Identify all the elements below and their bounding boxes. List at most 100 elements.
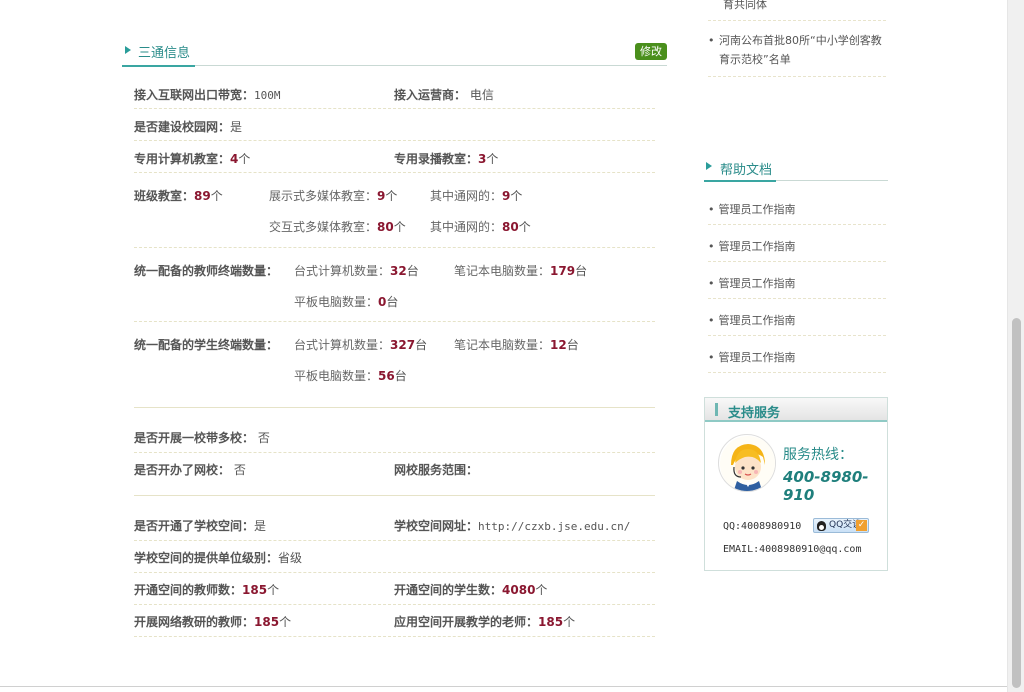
space-teaching-value: 185 <box>538 615 564 629</box>
unit-text: 个 <box>563 615 576 629</box>
help-header: 帮助文档 <box>704 155 888 182</box>
section-title: 三通信息 <box>138 46 191 61</box>
computer-room-label: 专用计算机教室： <box>134 152 231 166</box>
check-icon: ✓ <box>856 520 867 531</box>
qq-chat-button[interactable]: QQ交谈 ✓ <box>813 518 869 533</box>
help-item[interactable]: • 管理员工作指南 <box>708 349 796 365</box>
help-item-label[interactable]: 管理员工作指南 <box>719 240 796 253</box>
net-scope-label: 网校服务范围： <box>394 463 479 477</box>
divider <box>708 261 886 262</box>
news-item-text[interactable]: 育共同体 <box>708 0 886 14</box>
rooms-row: 专用计算机教室：4个 专用录播教室：3个 <box>134 141 655 173</box>
header-bar-icon <box>715 403 718 416</box>
space-teachers-label: 开通空间的教师数： <box>134 583 243 597</box>
bullet-icon: • <box>708 277 715 290</box>
bullet-icon: • <box>708 240 715 253</box>
news-item-text[interactable]: 河南公布首批80所“中小学创客教育示范校”名单 <box>708 31 886 69</box>
unit-text: 个 <box>486 152 499 166</box>
help-item[interactable]: • 管理员工作指南 <box>708 201 796 217</box>
unit-text: 台 <box>386 295 399 309</box>
triangle-icon <box>706 162 712 170</box>
s-laptop-value: 12 <box>550 338 567 352</box>
help-item[interactable]: • 管理员工作指南 <box>708 312 796 328</box>
space-level-row: 学校空间的提供单位级别：省级 <box>134 541 655 573</box>
bullet-icon: • <box>708 203 715 216</box>
bullet-icon: • <box>708 34 715 47</box>
campus-net-value: 是 <box>230 120 243 134</box>
t-laptop-label: 笔记本电脑数量： <box>454 264 551 278</box>
display-net-label: 其中通网的： <box>430 189 503 203</box>
bandwidth-row: 接入互联网出口带宽：100M 接入运营商： 电信 <box>134 80 655 109</box>
support-title: 支持服务 <box>728 406 781 421</box>
news-item[interactable]: • 河南公布首批80所“中小学创客教育示范校”名单 <box>708 31 886 69</box>
unit-text: 台 <box>394 369 407 383</box>
teacher-terminal-label: 统一配备的教师终端数量： <box>134 264 279 278</box>
unit-text: 个 <box>279 615 292 629</box>
student-terminal-label: 统一配备的学生终端数量： <box>134 338 279 352</box>
help-item[interactable]: • 管理员工作指南 <box>708 275 796 291</box>
qq-penguin-icon <box>817 521 826 531</box>
net-school-value: 否 <box>233 463 246 477</box>
unit-text: 个 <box>535 583 548 597</box>
class-room-value: 89 <box>194 189 211 203</box>
display-mm-label: 展示式多媒体教室： <box>269 189 378 203</box>
edit-button[interactable]: 修改 <box>635 43 667 60</box>
scrollbar-thumb[interactable] <box>1012 318 1021 688</box>
title-underline <box>122 65 195 67</box>
unit-text: 个 <box>510 189 523 203</box>
net-school-label: 是否开办了网校： <box>134 463 231 477</box>
unit-text: 台 <box>406 264 419 278</box>
one-many-label: 是否开展一校带多校： <box>134 431 255 445</box>
interactive-net-label: 其中通网的： <box>430 220 503 234</box>
divider <box>708 76 886 77</box>
hotline-label: 服务热线： <box>783 447 853 463</box>
support-email: EMAIL:4008980910@qq.com <box>723 544 862 555</box>
divider <box>708 224 886 225</box>
unit-text: 个 <box>238 152 251 166</box>
divider <box>708 20 886 21</box>
bandwidth-label: 接入互联网出口带宽： <box>134 88 255 102</box>
bullet-icon: • <box>708 314 715 327</box>
unit-text: 个 <box>393 220 406 234</box>
s-laptop-label: 笔记本电脑数量： <box>454 338 551 352</box>
help-item-label[interactable]: 管理员工作指南 <box>719 351 796 364</box>
help-item-label[interactable]: 管理员工作指南 <box>719 314 796 327</box>
interactive-net-value: 80 <box>502 220 519 234</box>
space-students-value: 4080 <box>502 583 536 597</box>
s-tablet-label: 平板电脑数量： <box>294 369 379 383</box>
teacher-terminals-row: 统一配备的教师终端数量： 台式计算机数量：32台 笔记本电脑数量：179台 平板… <box>134 248 655 322</box>
vertical-scrollbar[interactable] <box>1007 0 1024 692</box>
help-item[interactable]: • 管理员工作指南 <box>708 238 796 254</box>
net-school-row: 是否开办了网校： 否 网校服务范围： <box>134 453 655 496</box>
bandwidth-value: 100M <box>254 89 281 102</box>
t-desktop-value: 32 <box>390 264 407 278</box>
s-desktop-value: 327 <box>390 338 416 352</box>
customer-service-avatar-icon <box>718 434 776 492</box>
news-item[interactable]: 育共同体 <box>708 0 886 14</box>
unit-text: 个 <box>518 220 531 234</box>
s-tablet-value: 56 <box>378 369 395 383</box>
campus-net-row: 是否建设校园网：是 <box>134 109 655 141</box>
interactive-mm-value: 80 <box>377 220 394 234</box>
support-header: 支持服务 <box>705 398 887 422</box>
triangle-icon <box>125 46 131 54</box>
help-title: 帮助文档 <box>720 163 773 178</box>
unit-text: 个 <box>267 583 280 597</box>
help-item-label[interactable]: 管理员工作指南 <box>719 203 796 216</box>
teaching-row: 开展网络教研的教师：185个 应用空间开展教学的老师：185个 <box>134 605 655 637</box>
unit-text: 个 <box>385 189 398 203</box>
one-many-value: 否 <box>257 431 270 445</box>
divider <box>708 335 886 336</box>
space-level-value: 省级 <box>278 551 303 565</box>
divider <box>708 372 886 373</box>
one-many-row: 是否开展一校带多校： 否 <box>134 421 655 453</box>
t-desktop-label: 台式计算机数量： <box>294 264 391 278</box>
space-level-label: 学校空间的提供单位级别： <box>134 551 279 565</box>
online-research-label: 开展网络教研的教师： <box>134 615 255 629</box>
help-item-label[interactable]: 管理员工作指南 <box>719 277 796 290</box>
space-url-value: http://czxb.jse.edu.cn/ <box>478 520 631 533</box>
class-room-label: 班级教室： <box>134 189 195 203</box>
isp-value: 电信 <box>469 88 494 102</box>
t-laptop-value: 179 <box>550 264 576 278</box>
s-desktop-label: 台式计算机数量： <box>294 338 391 352</box>
